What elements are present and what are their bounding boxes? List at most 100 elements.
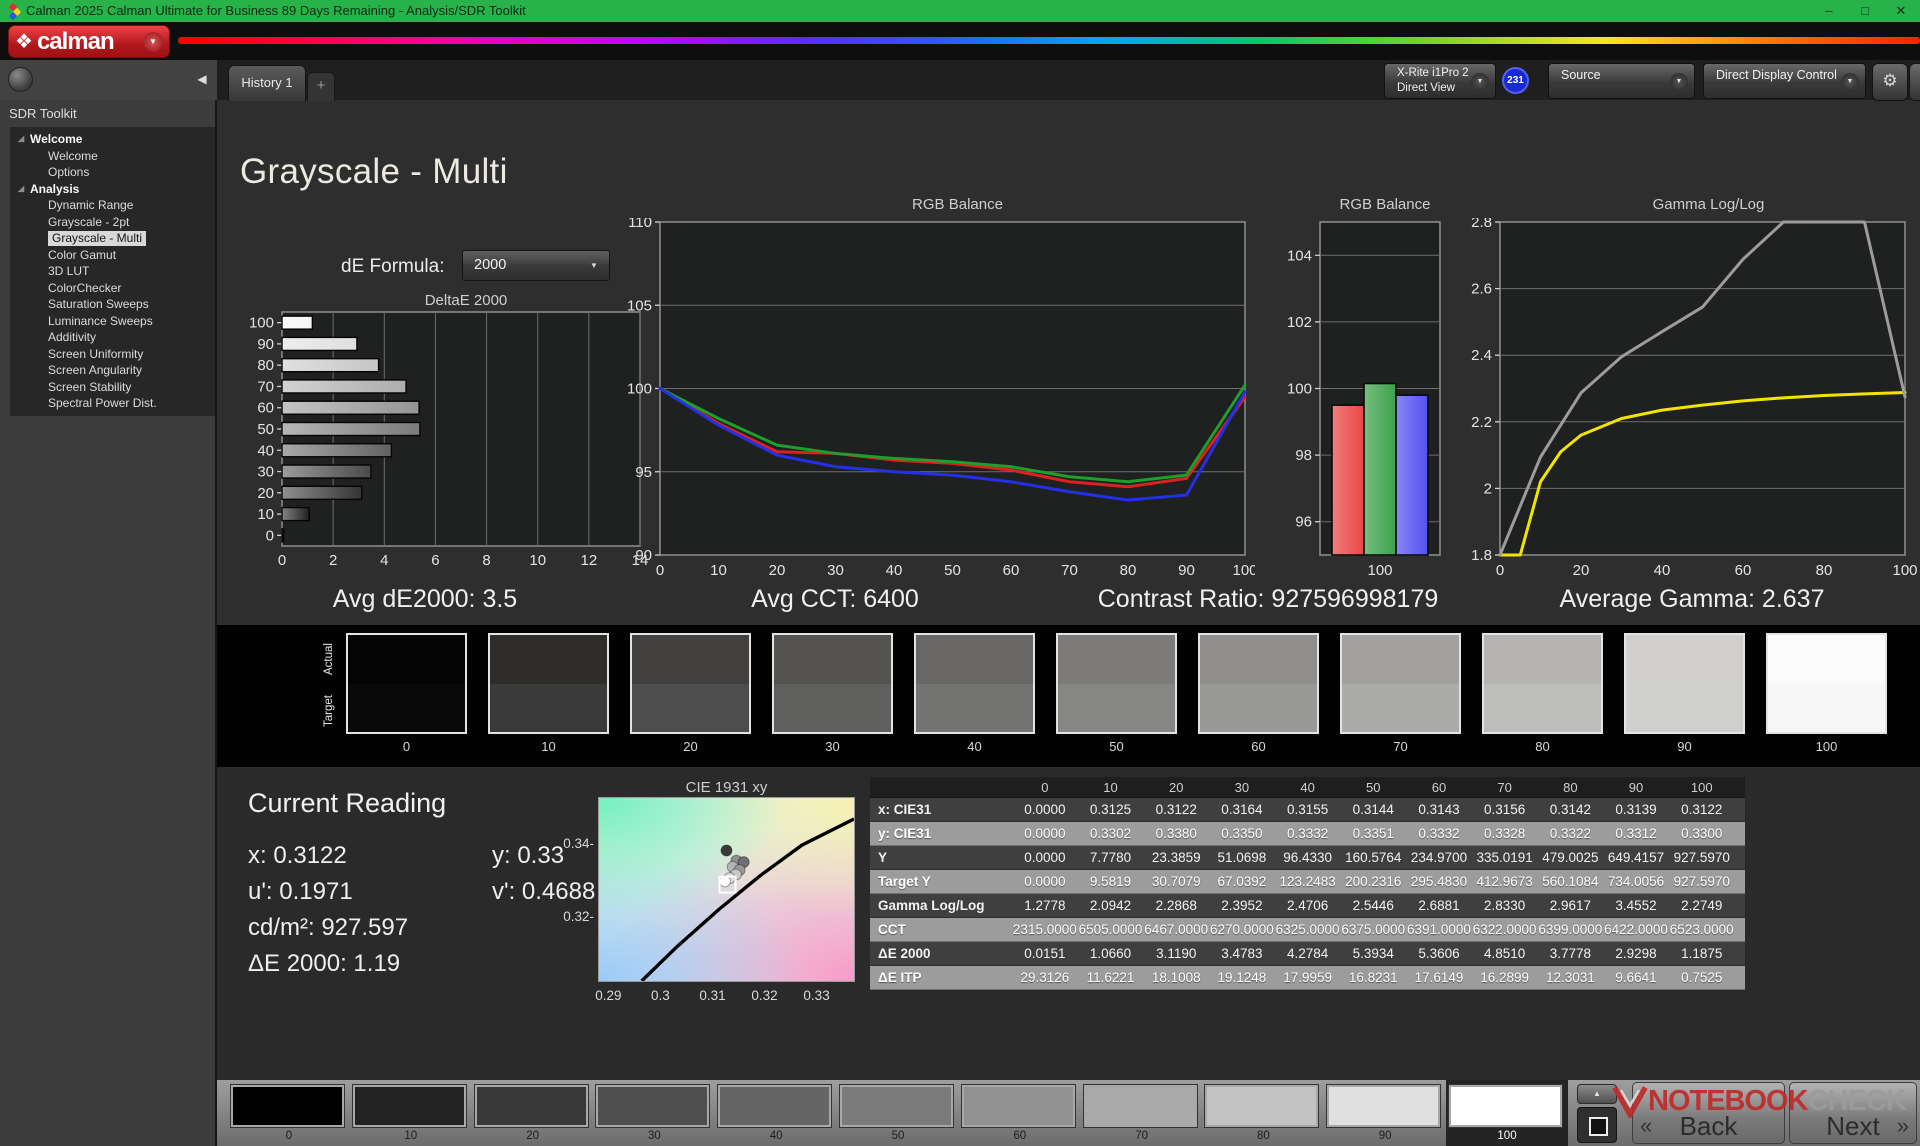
pattern-level-30[interactable]: 30 (593, 1080, 715, 1146)
next-button[interactable]: Next » (1789, 1082, 1917, 1144)
minimize-button[interactable]: – (1812, 0, 1846, 22)
pattern-level-0[interactable]: 0 (228, 1080, 350, 1146)
pattern-level-70[interactable]: 70 (1081, 1080, 1203, 1146)
table-cell: 0.0000 (1012, 822, 1078, 846)
sidebar-item-spectral-power-dist-[interactable]: Spectral Power Dist. (10, 395, 215, 412)
summary-stat: Average Gamma: 2.637 (1560, 585, 1825, 614)
table-cell: 123.2483 (1275, 870, 1341, 894)
sidebar-item-screen-uniformity[interactable]: Screen Uniformity (10, 346, 215, 363)
chart-deltae: DeltaE 200002468101214100908070605040302… (240, 292, 650, 579)
cie-1931-chart (598, 797, 855, 982)
pattern-level-20[interactable]: 20 (472, 1080, 594, 1146)
settings-gear-button[interactable]: ⚙ (1872, 63, 1908, 101)
swatch-actual-half (348, 635, 465, 684)
tree-expander-icon[interactable]: ◢ (18, 181, 24, 198)
workflow-menu-button[interactable] (8, 67, 33, 92)
add-tab-button[interactable]: + (307, 72, 335, 101)
maximize-button[interactable]: □ (1848, 0, 1882, 22)
svg-text:100: 100 (1367, 562, 1392, 579)
sidebar-item-welcome[interactable]: Welcome (10, 148, 215, 165)
display-control-label: Direct Display Control (1716, 68, 1837, 82)
calman-logo-button[interactable]: ❖ calman ▼ (8, 25, 170, 58)
table-cell: 479.0025 (1538, 846, 1604, 870)
tab-history-1[interactable]: History 1 (228, 65, 306, 101)
swatch-step-label: 90 (1624, 739, 1745, 754)
table-header-cell: 60 (1406, 777, 1472, 798)
table-cell-sliver (1735, 870, 1745, 894)
sidebar-item-saturation-sweeps[interactable]: Saturation Sweeps (10, 296, 215, 313)
de-formula-select[interactable]: 2000 ▼ (462, 250, 610, 281)
sidebar-item-dynamic-range[interactable]: Dynamic Range (10, 197, 215, 214)
table-cell: 200.2316 (1340, 870, 1406, 894)
sidebar-collapse-icon[interactable]: ◀ (192, 68, 212, 90)
svg-text:12: 12 (581, 552, 598, 569)
svg-text:20: 20 (769, 562, 786, 579)
sidebar-item-options[interactable]: Options (10, 164, 215, 181)
display-control-dropdown[interactable]: Direct Display Control ▼ (1703, 63, 1866, 99)
pattern-panel-up-button[interactable]: ▲ (1577, 1084, 1617, 1104)
svg-text:80: 80 (257, 357, 274, 374)
tree-group-analysis[interactable]: ◢Analysis (10, 181, 215, 198)
table-cell: 1.0660 (1078, 942, 1144, 966)
table-cell: 0.3328 (1472, 822, 1538, 846)
chart-title: RGB Balance (1268, 196, 1450, 218)
measurement-point (721, 845, 732, 856)
table-header-cell: 10 (1078, 777, 1144, 798)
panel-collapse-button[interactable]: ◀ (1909, 63, 1920, 101)
tree-group-welcome[interactable]: ◢Welcome (10, 131, 215, 148)
table-cell: 30.7079 (1143, 870, 1209, 894)
bar-R (1332, 405, 1364, 555)
table-cell: 0.0000 (1012, 798, 1078, 822)
chart-canvas: 024681012141009080706050403020100 (240, 310, 650, 574)
current-reading-heading: Current Reading (248, 788, 446, 819)
pattern-level-50[interactable]: 50 (837, 1080, 959, 1146)
bar-90 (282, 337, 357, 350)
pattern-level-90[interactable]: 90 (1324, 1080, 1446, 1146)
table-row-label: x: CIE31 (870, 798, 1012, 822)
pattern-level-label: 10 (350, 1130, 472, 1142)
pattern-level-10[interactable]: 10 (350, 1080, 472, 1146)
sidebar-item-colorchecker[interactable]: ColorChecker (10, 280, 215, 297)
back-button[interactable]: « Back (1632, 1082, 1785, 1144)
table-cell-sliver (1735, 894, 1745, 918)
table-header-cell: 40 (1275, 777, 1341, 798)
pattern-window-button[interactable] (1577, 1107, 1617, 1143)
table-cell: 7.7780 (1078, 846, 1144, 870)
close-button[interactable]: ✕ (1884, 0, 1918, 22)
table-cell-sliver (1735, 798, 1745, 822)
pattern-level-60[interactable]: 60 (959, 1080, 1081, 1146)
tree-expander-icon[interactable]: ◢ (18, 131, 24, 148)
table-cell: 67.0392 (1209, 870, 1275, 894)
table-cell: 0.3125 (1078, 798, 1144, 822)
svg-text:60: 60 (1735, 562, 1752, 579)
pattern-level-100[interactable]: 100 (1446, 1080, 1568, 1146)
swatch-actual-half (916, 635, 1033, 684)
table-cell: 11.6221 (1078, 966, 1144, 990)
chart-rgb_line: RGB Balance90951001051100102030405060708… (615, 196, 1255, 589)
table-cell: 2.6881 (1406, 894, 1472, 918)
source-dropdown[interactable]: Source ▼ (1548, 63, 1695, 99)
sidebar-item-grayscale-multi[interactable]: Grayscale - Multi (10, 230, 215, 247)
sidebar-item-screen-stability[interactable]: Screen Stability (10, 379, 215, 396)
pattern-level-40[interactable]: 40 (715, 1080, 837, 1146)
sidebar-item-grayscale-2pt[interactable]: Grayscale - 2pt (10, 214, 215, 231)
table-cell: 17.6149 (1406, 966, 1472, 990)
target-row-label: Target (323, 695, 335, 727)
table-cell: 335.0191 (1472, 846, 1538, 870)
meter-dropdown[interactable]: X-Rite i1Pro 2 Direct View ▼ (1384, 63, 1496, 99)
sidebar-item-color-gamut[interactable]: Color Gamut (10, 247, 215, 264)
table-cell: 2.9617 (1538, 894, 1604, 918)
pattern-level-80[interactable]: 80 (1202, 1080, 1324, 1146)
table-cell: 0.3322 (1538, 822, 1604, 846)
sidebar-item-luminance-sweeps[interactable]: Luminance Sweeps (10, 313, 215, 330)
reading-value: x: 0.3122 (248, 842, 347, 870)
sidebar-item-additivity[interactable]: Additivity (10, 329, 215, 346)
svg-text:100: 100 (1892, 562, 1917, 579)
sidebar-top-panel: ◀ (0, 60, 217, 100)
cie-xtick: 0.31 (692, 988, 732, 1003)
sidebar-item-3d-lut[interactable]: 3D LUT (10, 263, 215, 280)
table-cell: 3.1190 (1143, 942, 1209, 966)
sidebar-item-screen-angularity[interactable]: Screen Angularity (10, 362, 215, 379)
chevron-down-icon: ▼ (584, 258, 604, 274)
swatch-actual-half (1626, 635, 1743, 684)
